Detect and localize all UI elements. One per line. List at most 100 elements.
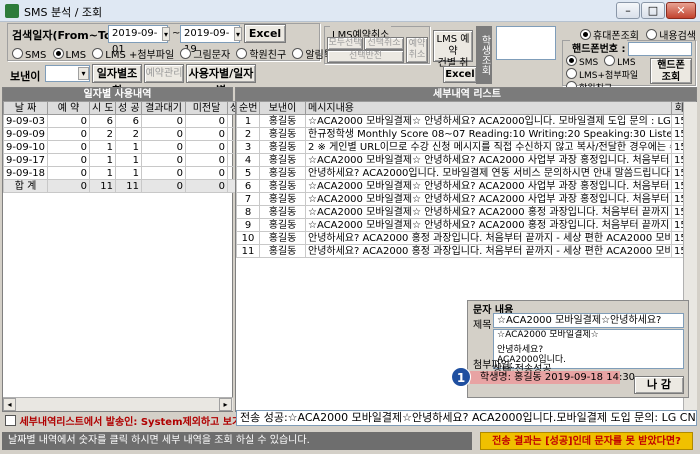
table-row[interactable]: 4 홍길동 ☆ACA2000 모바일결제☆ 안녕하세요? ACA2000 사업부 과… — [236, 153, 696, 167]
cell-seq: 6 — [236, 179, 260, 193]
cell-sender: 홍길동 — [259, 153, 306, 167]
date-to-dropdown-icon[interactable]: ▾ — [234, 27, 242, 41]
checkbox-icon[interactable] — [5, 415, 16, 426]
cell-undelivered[interactable]: 0 — [185, 114, 228, 128]
cell-seq: 10 — [236, 231, 260, 245]
close-popup-button[interactable]: 나 감 — [634, 376, 684, 394]
excel-button[interactable]: Excel — [244, 24, 286, 43]
date-from-dropdown-icon[interactable]: ▾ — [162, 27, 170, 41]
cell-seq: 2 — [236, 127, 260, 141]
phone-sms-radio[interactable]: SMS — [566, 55, 598, 68]
cell-date: 9-09-18 — [3, 166, 48, 180]
cell-reserve[interactable]: 0 — [47, 140, 90, 154]
cell-message: 2 ※ 게인별 URL이므로 수강 신청 메시지를 직접 수신하지 않고 복사/… — [305, 140, 672, 154]
cell-success[interactable]: 6 — [115, 114, 142, 128]
window-title: SMS 분석 / 조회 — [24, 6, 103, 19]
cell-undelivered[interactable]: 0 — [185, 153, 228, 167]
cell-success[interactable]: 1 — [115, 153, 142, 167]
radio-icon — [12, 48, 23, 59]
radio-icon — [92, 48, 104, 59]
daily-view-button[interactable]: 일자별조회 — [92, 64, 142, 97]
cell-success[interactable]: 1 — [115, 140, 142, 154]
cell-try[interactable]: 1 — [89, 140, 116, 154]
student-view-box — [496, 26, 556, 60]
cell-reserve[interactable]: 0 — [47, 114, 90, 128]
table-row[interactable]: 2 홍길동 한규정학생 Monthly Score 08~07 Reading:10… — [236, 127, 696, 141]
select-all-button[interactable]: 모두선택 — [327, 37, 363, 50]
cell-waiting[interactable]: 0 — [141, 166, 186, 180]
phone-lms-attach-radio[interactable]: LMS+첨부파일 — [566, 68, 638, 81]
minimize-button[interactable]: – — [616, 2, 640, 19]
select-cancel-button[interactable]: 선택취소 — [364, 37, 404, 50]
cell-undelivered[interactable]: 0 — [185, 166, 228, 180]
scroll-left-icon[interactable]: ◂ — [3, 398, 16, 411]
sender-dropdown-icon[interactable]: ▾ — [78, 67, 89, 80]
cell-success[interactable]: 1 — [115, 166, 142, 180]
excel-detail-button[interactable]: Excel — [443, 66, 477, 83]
cell-try[interactable]: 1 — [89, 153, 116, 167]
phone-lms-radio[interactable]: LMS — [604, 55, 636, 68]
cell-waiting[interactable]: 0 — [141, 114, 186, 128]
cell-reserve[interactable]: 0 — [47, 153, 90, 167]
cell-message: 안녕하세요? ACA2000입니다. 모바일결제 연동 서비스 문의하시면 안내… — [305, 166, 672, 180]
select-invert-button[interactable]: 선택반전 — [327, 50, 404, 63]
date-range-label: 검색일자(From~To) — [12, 29, 117, 42]
radio-icon — [236, 48, 248, 59]
table-row[interactable]: 9-09-10 0 1 1 0 0 — [3, 140, 237, 154]
scroll-right-icon[interactable]: ▸ — [219, 398, 232, 411]
table-row[interactable]: 5 홍길동 안녕하세요? ACA2000입니다. 모바일결제 연동 서비스 문의하시… — [236, 166, 696, 180]
table-row[interactable]: 3 홍길동 2 ※ 게인별 URL이므로 수강 신청 메시지를 직접 수신하지 않고… — [236, 140, 696, 154]
cell-try[interactable]: 1 — [89, 166, 116, 180]
phone-number-input[interactable] — [628, 42, 692, 56]
cell-waiting[interactable]: 0 — [141, 140, 186, 154]
subject-field[interactable]: ☆ACA2000 모바일결제☆안녕하세요? — [493, 313, 684, 328]
cell-message: ☆ACA2000 모바일결제☆ 안녕하세요? ACA2000입니다. 모바일결제… — [305, 114, 672, 128]
table-row[interactable]: 1 홍길동 ☆ACA2000 모바일결제☆ 안녕하세요? ACA2000입니다. 모… — [236, 114, 696, 128]
type-picture-radio[interactable]: 그림문자 — [180, 48, 230, 61]
maximize-button[interactable]: □ — [641, 2, 665, 19]
table-row[interactable]: 9-09-09 0 2 2 0 0 — [3, 127, 237, 141]
table-row[interactable]: 6 홍길동 ☆ACA2000 모바일결제☆ 안녕하세요? ACA2000 사업부 과… — [236, 179, 696, 193]
date-to-field[interactable]: 2019-09-19 — [180, 25, 240, 55]
table-row[interactable]: 11 홍길동 안녕하세요? ACA2000 홍정 과장입니다. 처음부터 끝까지 -… — [236, 244, 696, 258]
cell-reserve[interactable]: 0 — [47, 166, 90, 180]
type-lms-attach-radio[interactable]: LMS +첨부파일 — [92, 48, 174, 61]
cell-try[interactable]: 6 — [89, 114, 116, 128]
table-row[interactable]: 10 홍길동 안녕하세요? ACA2000 홍정 과장입니다. 처음부터 끝까지 -… — [236, 231, 696, 245]
reservation-manage-button[interactable]: 예약관리 — [144, 64, 184, 83]
student-view-tab[interactable]: 학생조회 — [476, 26, 492, 84]
type-lms-radio[interactable]: LMS — [52, 48, 86, 61]
cell-try[interactable]: 2 — [89, 127, 116, 141]
left-horizontal-scrollbar[interactable]: ◂ ▸ — [3, 397, 233, 411]
cell-reserve[interactable]: 0 — [47, 127, 90, 141]
cell-sender: 홍길동 — [259, 166, 306, 180]
close-button[interactable]: ✕ — [666, 2, 696, 19]
daily-usage-header-row: 날 짜 예 약 시 도 성 공 결과대기 미전달 성 — [3, 101, 237, 115]
date-from-field[interactable]: 2019-09-01 — [108, 25, 168, 55]
table-row[interactable]: 9-09-17 0 1 1 0 0 — [3, 153, 237, 167]
lms-reserve-item-cancel-button[interactable]: LMS 예약 건별 취소 — [433, 30, 473, 81]
table-row[interactable]: 7 홍길동 ☆ACA2000 모바일결제☆ 안녕하세요? ACA2000 사업부 과… — [236, 192, 696, 206]
cell-date: 9-09-10 — [3, 140, 48, 154]
cell-waiting[interactable]: 0 — [141, 127, 186, 141]
phone-search-button[interactable]: 핸드폰 조회 — [650, 58, 692, 84]
cell-waiting[interactable]: 0 — [141, 153, 186, 167]
reserve-cancel-button[interactable]: 예약 취소 — [406, 37, 428, 63]
cell-undelivered[interactable]: 0 — [185, 127, 228, 141]
type-sms-radio[interactable]: SMS — [12, 48, 46, 61]
type-friend-radio[interactable]: 학원친구 — [236, 48, 286, 61]
table-row[interactable]: 8 홍길동 ☆ACA2000 모바일결제☆ 안녕하세요? ACA2000 홍정 과장… — [236, 205, 696, 219]
cell-sender: 홍길동 — [259, 244, 306, 258]
exclude-system-option[interactable]: 세부내역리스트에서 발송인: System제외하고 보기 — [5, 413, 241, 428]
cell-seq: 4 — [236, 153, 260, 167]
user-daily-button[interactable]: 사용자별/일자별 — [186, 64, 256, 97]
col-reserve: 예 약 — [47, 101, 90, 115]
cell-sender: 홍길동 — [259, 192, 306, 206]
cell-date: 9-09-03 — [3, 114, 48, 128]
cell-undelivered[interactable]: 0 — [185, 140, 228, 154]
table-row[interactable]: 9-09-18 0 1 1 0 0 — [3, 166, 237, 180]
delivery-help-link[interactable]: 전송 결과는 [성공]인데 문자를 못 받았다면? — [480, 432, 693, 450]
cell-success[interactable]: 2 — [115, 127, 142, 141]
table-row[interactable]: 9-09-03 0 6 6 0 0 — [3, 114, 237, 128]
table-row[interactable]: 9 홍길동 ☆ACA2000 모바일결제☆ 안녕하세요? ACA2000 홍정 과장… — [236, 218, 696, 232]
